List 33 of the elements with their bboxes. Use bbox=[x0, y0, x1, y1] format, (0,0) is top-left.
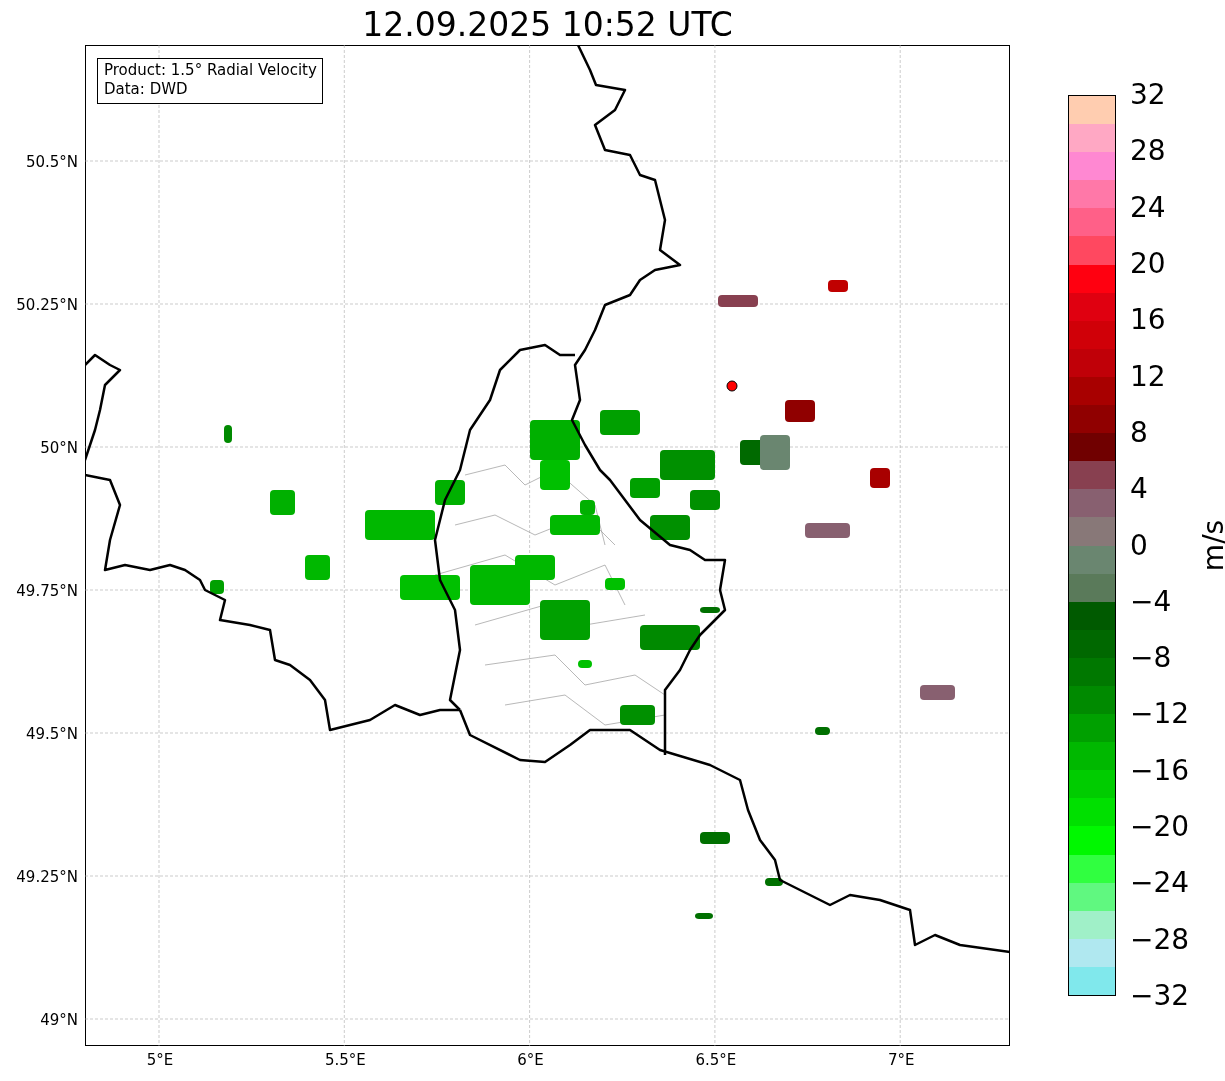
longitude-label: 6°E bbox=[517, 1051, 544, 1069]
longitude-label: 5.5°E bbox=[324, 1051, 366, 1069]
colorbar-tick-label: 0 bbox=[1129, 529, 1148, 562]
latitude-label: 49.5°N bbox=[25, 725, 78, 743]
latitude-label: 49.25°N bbox=[16, 868, 78, 886]
colorbar-tick-label: 4 bbox=[1129, 473, 1148, 506]
colorbar-tick-label: 16 bbox=[1129, 304, 1166, 337]
colorbar-tick-label: 24 bbox=[1129, 191, 1166, 224]
colorbar-tick-label: −20 bbox=[1129, 811, 1190, 844]
longitude-label: 6.5°E bbox=[695, 1051, 737, 1069]
latitude-label: 50.25°N bbox=[16, 296, 78, 314]
colorbar-tick-label: −28 bbox=[1129, 923, 1190, 956]
colorbar-tick-label: −32 bbox=[1129, 980, 1190, 1012]
colorbar-tick-label: 8 bbox=[1129, 416, 1148, 449]
colorbar-tick-label: 28 bbox=[1129, 135, 1166, 168]
chart-title: 12.09.2025 10:52 UTC bbox=[362, 5, 733, 45]
colorbar-tick-label: −8 bbox=[1129, 642, 1172, 675]
colorbar-tick-label: 20 bbox=[1129, 247, 1166, 280]
colorbar-tick-label: −16 bbox=[1129, 754, 1190, 787]
info-text: Product: 1.5° Radial Velocity bbox=[104, 61, 317, 80]
colorbar-tick-label: 12 bbox=[1129, 360, 1166, 393]
colorbar-tick-label: −24 bbox=[1129, 867, 1190, 900]
radar-site-marker bbox=[726, 380, 738, 392]
latitude-label: 49°N bbox=[40, 1011, 78, 1029]
latitude-label: 49.75°N bbox=[16, 582, 78, 600]
colorbar-tick-label: 32 bbox=[1129, 79, 1166, 111]
latitude-label: 50.5°N bbox=[25, 153, 78, 171]
colorbar-tick-label: −12 bbox=[1129, 698, 1190, 731]
longitude-label: 5°E bbox=[146, 1051, 174, 1069]
colorbar-tick-label: −4 bbox=[1129, 585, 1172, 618]
longitude-label: 7°E bbox=[887, 1051, 915, 1069]
latitude-label: 50°N bbox=[40, 439, 78, 457]
info-text: Data: DWD bbox=[104, 80, 189, 99]
